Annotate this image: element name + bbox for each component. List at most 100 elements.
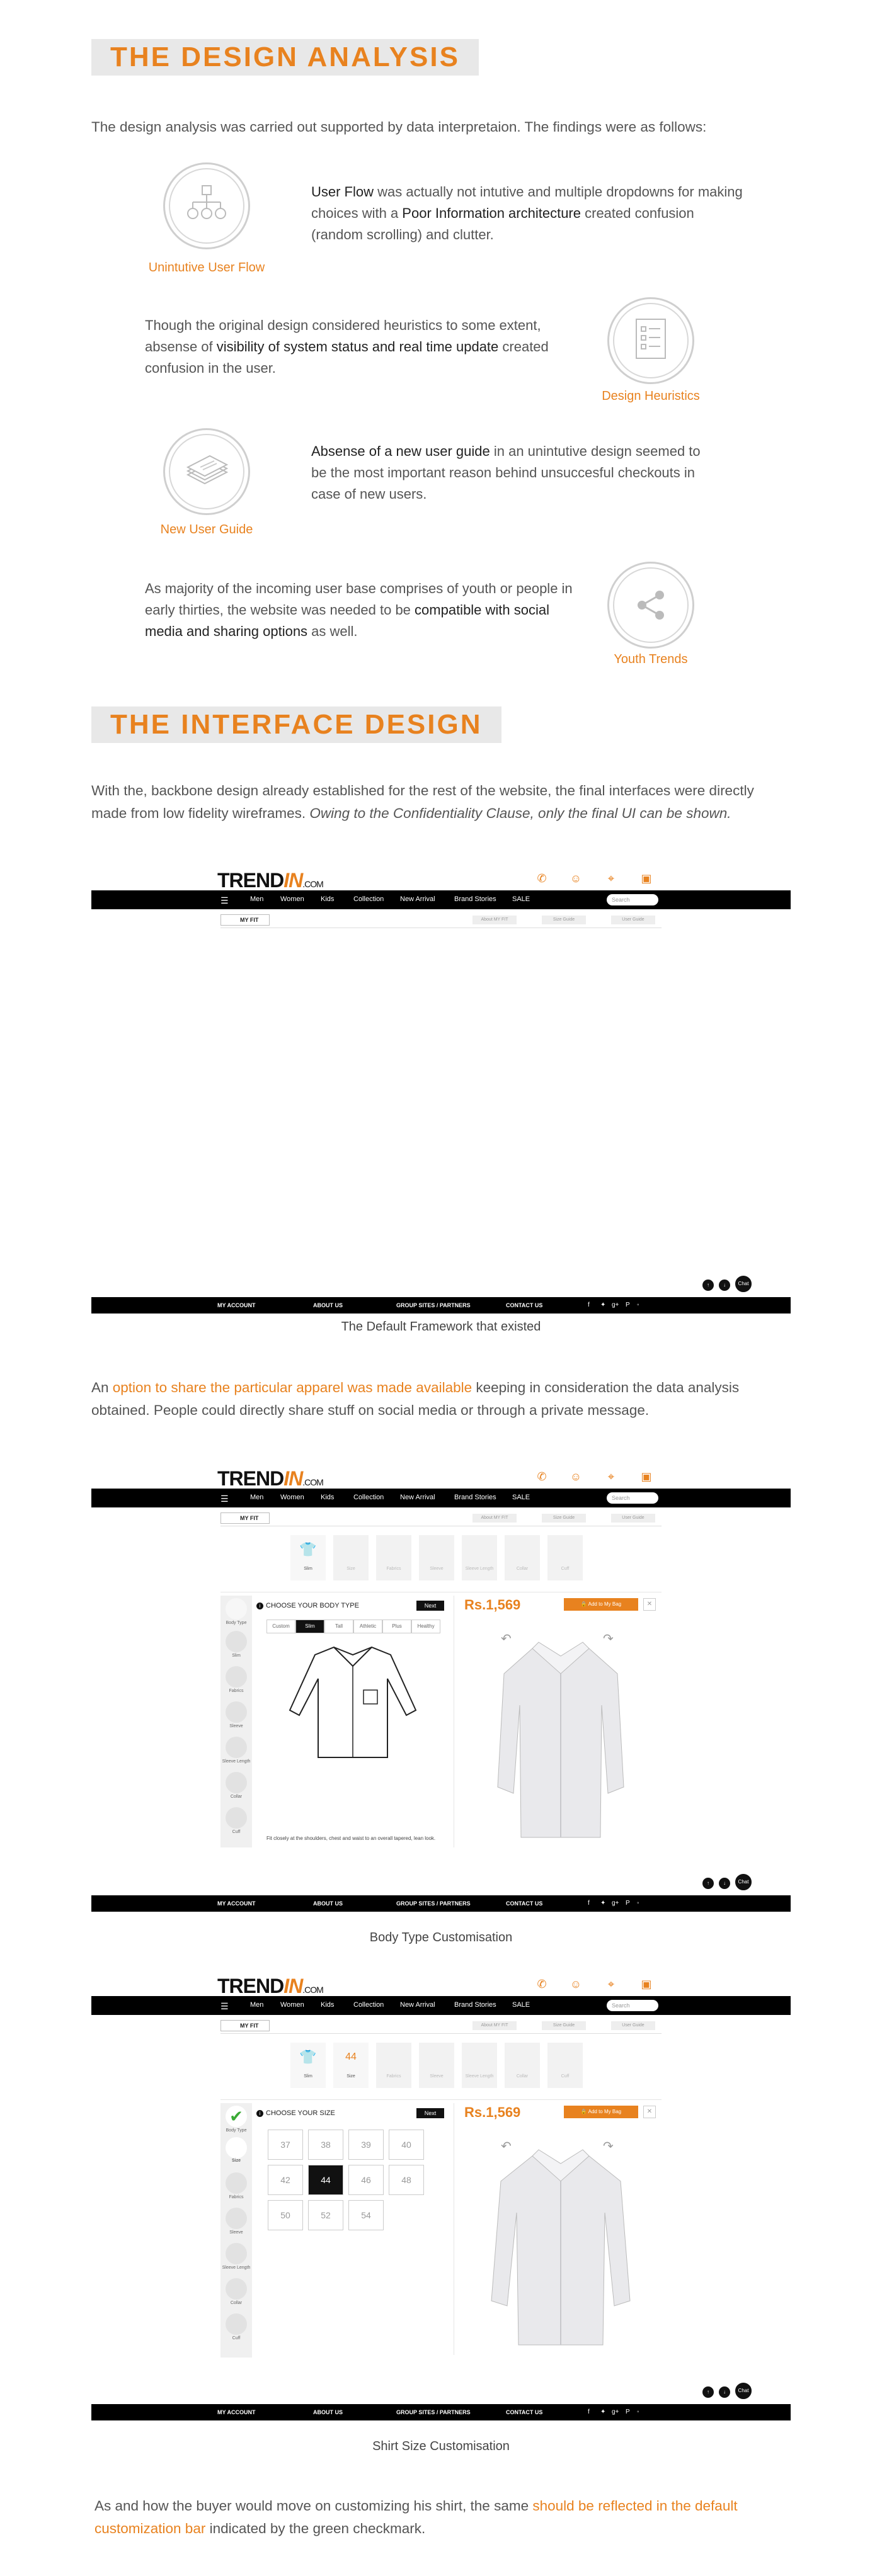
size-icon[interactable] (226, 2137, 247, 2159)
cuff-icon[interactable] (226, 2313, 247, 2335)
step-sleeve-length[interactable]: Sleeve Length (462, 1535, 497, 1580)
size-option[interactable]: 40 (389, 2130, 424, 2160)
menu-icon[interactable]: ☰ (220, 2001, 229, 2012)
google-plus-icon[interactable]: g+ (612, 1900, 619, 1907)
tab-user-guide[interactable]: User Guide (611, 916, 655, 924)
pinterest-icon[interactable]: P (626, 1900, 630, 1907)
myfit-tab[interactable]: MY FIT (220, 1512, 270, 1524)
pinterest-icon[interactable]: P (626, 1302, 630, 1308)
search-input[interactable]: Search (607, 894, 658, 905)
footer-group-sites[interactable]: GROUP SITES / PARTNERS (396, 2409, 471, 2415)
bag-icon[interactable]: ▣ (639, 1470, 653, 1484)
sleeve-icon[interactable] (226, 1701, 247, 1723)
step-fabrics[interactable]: Fabrics (376, 2043, 411, 2088)
google-plus-icon[interactable]: g+ (612, 2409, 619, 2415)
tab-about-myfit[interactable]: About MY FIT (472, 2021, 517, 2030)
nav-sale[interactable]: SALE (512, 1494, 530, 1501)
body-tab-plus[interactable]: Plus (382, 1620, 411, 1633)
footer-group-sites[interactable]: GROUP SITES / PARTNERS (396, 1900, 471, 1907)
sleeve-length-icon[interactable] (226, 2243, 247, 2264)
nav-brand-stories[interactable]: Brand Stories (454, 895, 496, 903)
step-collar[interactable]: Collar (505, 2043, 540, 2088)
checkmark-icon[interactable]: ✔ (226, 2106, 247, 2127)
cuff-icon[interactable] (226, 1807, 247, 1829)
body-type-icon[interactable] (226, 1598, 247, 1620)
step-slim[interactable]: Slim 👕 (290, 1535, 326, 1580)
sleeve-icon[interactable] (226, 2208, 247, 2229)
chat-button[interactable]: Chat (734, 2381, 753, 2400)
phone-icon[interactable]: ✆ (535, 1977, 549, 1991)
size-option[interactable]: 52 (308, 2200, 343, 2230)
size-option[interactable]: 38 (308, 2130, 343, 2160)
myfit-tab[interactable]: MY FIT (220, 2020, 270, 2031)
location-icon[interactable]: ⌖ (604, 1470, 618, 1484)
footer-group-sites[interactable]: GROUP SITES / PARTNERS (396, 1302, 471, 1308)
menu-icon[interactable]: ☰ (220, 895, 229, 906)
site-logo[interactable]: TRENDIN.COM (217, 869, 324, 892)
rss-icon[interactable]: ◦ (637, 1900, 639, 1907)
collar-icon[interactable] (226, 1772, 247, 1793)
chat-button[interactable]: Chat (734, 1873, 753, 1892)
nav-kids[interactable]: Kids (321, 1494, 334, 1501)
step-size[interactable]: Size (333, 1535, 369, 1580)
tab-about-myfit[interactable]: About MY FIT (472, 916, 517, 924)
body-tab-tall[interactable]: Tall (324, 1620, 353, 1633)
scroll-down-button[interactable]: ↓ (718, 1876, 731, 1890)
nav-collection[interactable]: Collection (353, 895, 384, 903)
nav-kids[interactable]: Kids (321, 895, 334, 903)
nav-sale[interactable]: SALE (512, 2001, 530, 2009)
footer-about-us[interactable]: ABOUT US (313, 1302, 343, 1308)
tab-size-guide[interactable]: Size Guide (542, 1514, 586, 1523)
site-logo[interactable]: TRENDIN.COM (217, 1975, 324, 1998)
nav-women[interactable]: Women (280, 895, 304, 903)
next-button[interactable]: Next (416, 2108, 444, 2118)
footer-my-account[interactable]: MY ACCOUNT (217, 1900, 256, 1907)
step-size[interactable]: Size 44 (333, 2043, 369, 2088)
pinterest-icon[interactable]: P (626, 2409, 630, 2415)
body-tab-athletic[interactable]: Athletic (353, 1620, 382, 1633)
step-cuff[interactable]: Cuff (547, 2043, 583, 2088)
nav-men[interactable]: Men (250, 895, 263, 903)
tab-user-guide[interactable]: User Guide (611, 2021, 655, 2030)
nav-brand-stories[interactable]: Brand Stories (454, 2001, 496, 2009)
twitter-icon[interactable]: ✦ (600, 1900, 605, 1907)
fabrics-icon[interactable] (226, 1666, 247, 1688)
nav-sale[interactable]: SALE (512, 895, 530, 903)
footer-contact-us[interactable]: CONTACT US (506, 1302, 542, 1308)
size-option[interactable]: 48 (389, 2165, 424, 2195)
size-option-selected[interactable]: 44 (308, 2165, 343, 2195)
scroll-up-button[interactable]: ↑ (701, 1876, 715, 1890)
menu-icon[interactable]: ☰ (220, 1494, 229, 1504)
footer-about-us[interactable]: ABOUT US (313, 2409, 343, 2415)
user-icon[interactable]: ☺ (569, 1470, 583, 1484)
close-icon[interactable]: ✕ (643, 1598, 656, 1611)
body-tab-healthy[interactable]: Healthy (411, 1620, 440, 1633)
fabrics-icon[interactable] (226, 2172, 247, 2194)
rss-icon[interactable]: ◦ (637, 1302, 639, 1308)
facebook-icon[interactable]: f (588, 2409, 590, 2415)
collar-icon[interactable] (226, 2278, 247, 2300)
size-option[interactable]: 46 (348, 2165, 384, 2195)
nav-men[interactable]: Men (250, 1494, 263, 1501)
size-option[interactable]: 50 (268, 2200, 303, 2230)
user-icon[interactable]: ☺ (569, 1977, 583, 1991)
nav-new-arrival[interactable]: New Arrival (400, 1494, 435, 1501)
footer-contact-us[interactable]: CONTACT US (506, 1900, 542, 1907)
sleeve-length-icon[interactable] (226, 1737, 247, 1758)
tab-about-myfit[interactable]: About MY FIT (472, 1514, 517, 1523)
twitter-icon[interactable]: ✦ (600, 2409, 605, 2415)
slim-icon[interactable] (226, 1631, 247, 1652)
location-icon[interactable]: ⌖ (604, 871, 618, 885)
next-button[interactable]: Next (416, 1601, 444, 1611)
scroll-down-button[interactable]: ↓ (718, 1278, 731, 1292)
scroll-up-button[interactable]: ↑ (701, 2385, 715, 2399)
footer-about-us[interactable]: ABOUT US (313, 1900, 343, 1907)
size-option[interactable]: 37 (268, 2130, 303, 2160)
step-collar[interactable]: Collar (505, 1535, 540, 1580)
footer-my-account[interactable]: MY ACCOUNT (217, 1302, 256, 1308)
nav-women[interactable]: Women (280, 1494, 304, 1501)
search-input[interactable]: Search (607, 2000, 658, 2011)
bag-icon[interactable]: ▣ (639, 871, 653, 885)
nav-collection[interactable]: Collection (353, 1494, 384, 1501)
facebook-icon[interactable]: f (588, 1302, 590, 1308)
